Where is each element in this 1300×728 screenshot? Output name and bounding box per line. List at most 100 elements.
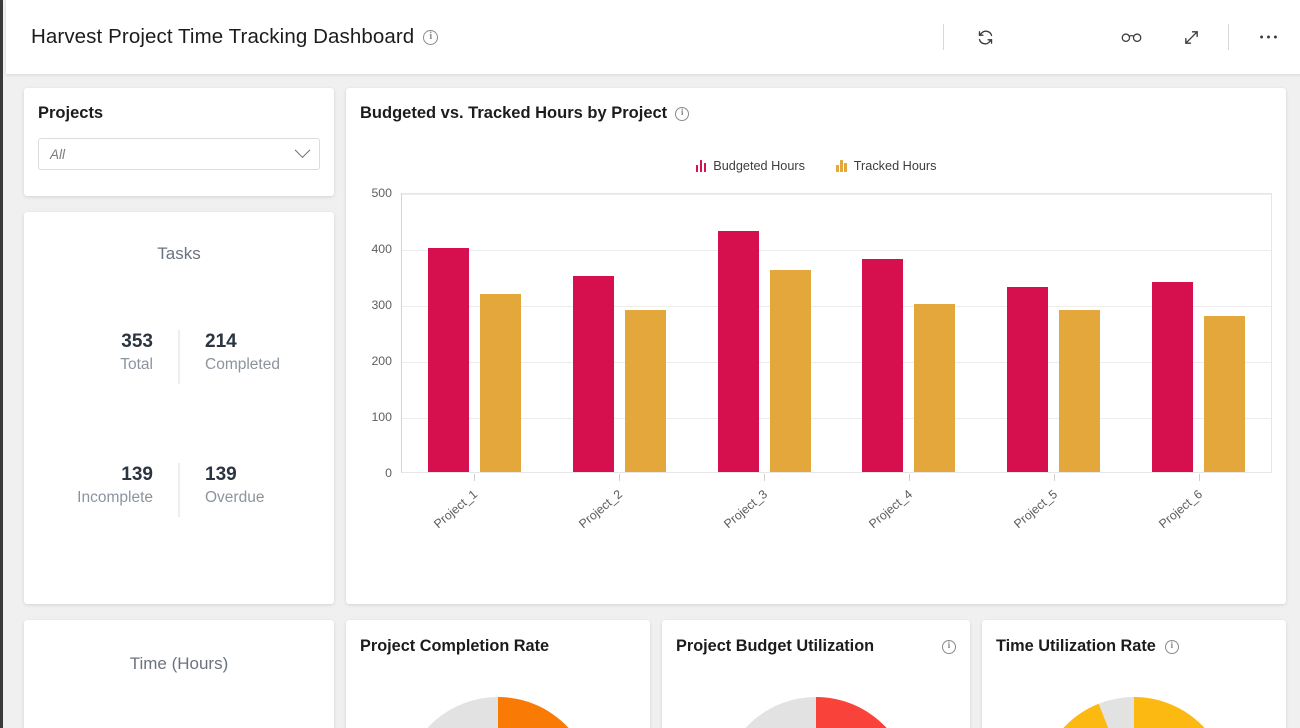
bar[interactable] [1204,316,1246,472]
tasks-overdue-label: Overdue [205,488,265,506]
bar-groups [402,194,1271,472]
legend-bar-icon [835,160,847,172]
dashboard-root: Harvest Project Time Tracking Dashboard … [0,0,1300,728]
tasks-metric-overdue: 139 Overdue [179,462,334,509]
x-axis-tick [473,474,475,481]
donut-0-title: Project Completion Rate [360,637,550,655]
donut-chart [427,697,569,728]
x-axis-labels: Project_1 Project_2 Project_3 Project_4 Proj… [401,474,1272,564]
bar-group [836,194,981,472]
project-completion-rate-card: Project Completion Rate [346,620,650,728]
donut-track [745,697,816,728]
x-axis-label-cell: Project_5 [982,474,1127,564]
donut-value-arc[interactable] [1038,697,1230,728]
tasks-overdue-value: 139 [205,464,237,485]
tasks-total-value: 353 [121,331,153,352]
donut-2-title: Time Utilization Rate [996,637,1156,655]
bar[interactable] [862,259,904,472]
tasks-card-title: Tasks [157,244,201,263]
x-axis-label-cell: Project_4 [837,474,982,564]
y-axis-tick: 500 [371,186,392,200]
donut-1-chart [662,676,970,728]
bar[interactable] [914,304,956,472]
bar-group [547,194,692,472]
x-axis-tick [1199,474,1201,481]
donut-2-chart [982,676,1286,728]
tasks-card: Tasks 353 Total 214 Completed 139 Incomp… [24,212,334,604]
header-divider-1 [943,24,944,50]
tasks-incomplete-value: 139 [121,464,153,485]
donut-2-info-icon[interactable]: i [1164,639,1179,654]
donut-value-arc[interactable] [720,697,912,728]
bar-group [981,194,1126,472]
bar-chart-legend: Budgeted Hours Tracked Hours [346,159,1286,173]
tasks-divider-2 [178,463,180,517]
y-axis-tick: 300 [371,298,392,312]
donut-1-info-icon[interactable]: i [942,639,956,654]
plot-canvas [401,193,1272,473]
legend-label: Budgeted Hours [713,159,805,173]
tasks-divider-1 [178,330,180,384]
tasks-metric-incomplete: 139 Incomplete [24,462,179,509]
projects-select[interactable]: All [38,138,320,170]
y-axis-tick: 100 [371,410,392,424]
x-axis-tick [763,474,765,481]
x-axis-tick [1054,474,1056,481]
tasks-metric-total: 353 Total [24,329,179,376]
projects-filter-card: Projects All [24,88,334,196]
tasks-total-label: Total [120,355,153,373]
time-card: Time (Hours) 1,511.06 Billable 330.54 No… [24,620,334,728]
tasks-incomplete-label: Incomplete [77,488,153,506]
bar[interactable] [717,231,759,472]
projects-filter-label: Projects [38,104,104,122]
tasks-completed-label: Completed [205,355,280,373]
page-title: Harvest Project Time Tracking Dashboard … [31,25,439,49]
y-axis-tick: 200 [371,354,392,368]
y-axis-tick: 0 [385,466,392,480]
refresh-icon[interactable] [966,18,1004,56]
project-budget-utilization-card: Project Budget Utilization i [662,620,970,728]
bar[interactable] [769,270,811,472]
bar[interactable] [1007,287,1049,472]
fullscreen-icon[interactable] [1172,18,1210,56]
more-options-icon[interactable] [1249,18,1287,56]
page-title-info-icon[interactable]: i [423,29,439,45]
dashboard-body: Projects All Tasks 353 Total 214 Complet… [6,74,1300,728]
x-axis-label-cell: Project_1 [401,474,546,564]
bar-chart-info-icon[interactable]: i [675,106,690,121]
x-axis-label-cell: Project_3 [691,474,836,564]
bar[interactable] [1059,309,1101,472]
bar[interactable] [1152,281,1194,472]
legend-item-0[interactable]: Budgeted Hours [695,159,805,173]
legend-item-1[interactable]: Tracked Hours [835,159,937,173]
bar-group [1126,194,1271,472]
page-title-text: Harvest Project Time Tracking Dashboard [31,25,415,48]
bar-chart-header: Budgeted vs. Tracked Hours by Project i [360,104,690,123]
bar-group [692,194,837,472]
app-header: Harvest Project Time Tracking Dashboard … [6,0,1300,74]
x-axis-label-cell: Project_2 [546,474,691,564]
donut-2-header: Time Utilization Rate i [996,637,1272,656]
donut-1-header: Project Budget Utilization i [676,637,956,656]
bar[interactable] [572,276,614,472]
donut-1-title: Project Budget Utilization [676,637,875,655]
tasks-completed-value: 214 [205,331,237,352]
bar[interactable] [624,310,666,472]
header-actions [943,0,1300,74]
x-axis-tick [909,474,911,481]
x-axis-label-cell: Project_6 [1127,474,1272,564]
bar-group [402,194,547,472]
bar[interactable] [479,293,521,472]
bar[interactable] [427,248,469,472]
time-utilization-rate-card: Time Utilization Rate i [982,620,1286,728]
donut-chart [720,697,912,728]
x-axis-tick [618,474,620,481]
y-axis: 0 100 200 300 400 500 [360,186,400,480]
time-card-title: Time (Hours) [129,654,229,673]
donut-0-chart [346,676,650,728]
tasks-metric-completed: 214 Completed [179,329,334,376]
budgeted-vs-tracked-chart-card: Budgeted vs. Tracked Hours by Project i … [346,88,1286,604]
legend-label: Tracked Hours [853,159,937,173]
focus-mode-icon[interactable] [1112,18,1150,56]
projects-select-value: All [50,146,66,162]
